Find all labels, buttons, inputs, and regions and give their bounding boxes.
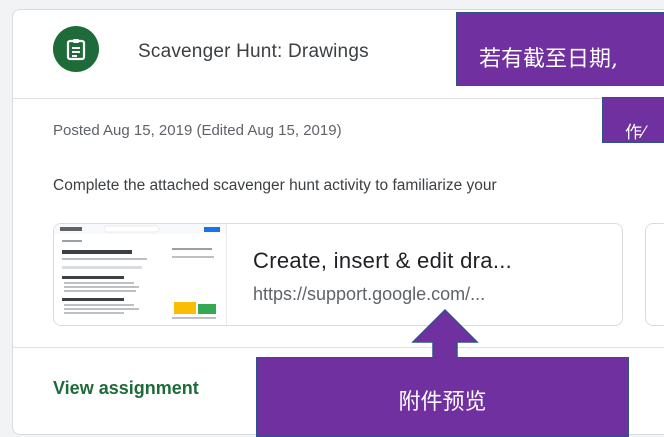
attachment-thumbnail [54,224,227,325]
attachment-preview[interactable]: Create, insert & edit dra... https://sup… [53,223,623,326]
callout-work: 作⁄ [602,97,664,143]
callout-attachment-preview: 附件预览 [256,357,629,437]
callout-arrow-icon [411,308,479,360]
assignment-title[interactable]: Scavenger Hunt: Drawings [138,41,369,63]
attachment-url: https://support.google.com/... [253,284,486,304]
attachment-title[interactable]: Create, insert & edit dra... [253,248,512,274]
card-divider [13,347,664,348]
assignment-description: Complete the attached scavenger hunt act… [53,177,497,194]
assignment-icon [53,26,99,72]
callout-due-date: 若有截至日期, [456,12,664,86]
view-assignment-link[interactable]: View assignment [53,378,199,399]
posted-date: Posted Aug 15, 2019 (Edited Aug 15, 2019… [53,122,342,139]
attachment-preview-secondary[interactable] [645,223,664,326]
